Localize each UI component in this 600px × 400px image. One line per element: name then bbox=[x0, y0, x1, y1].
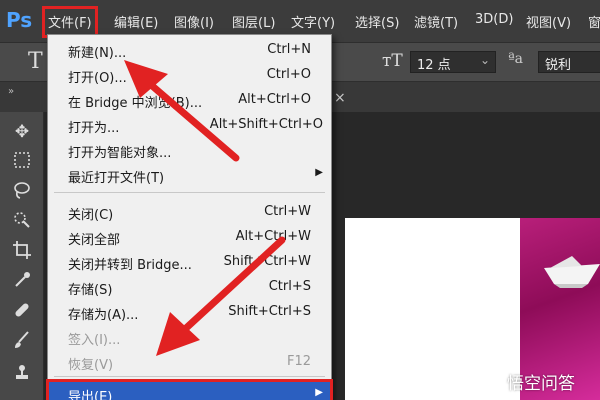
menu-select[interactable]: 选择(S) bbox=[355, 12, 399, 32]
menu-item-shortcut: Ctrl+S bbox=[268, 279, 311, 294]
move-icon[interactable]: ✥ bbox=[10, 120, 34, 144]
menu-item-shortcut: F12 bbox=[286, 354, 311, 369]
photoshop-logo: Ps bbox=[6, 8, 33, 32]
font-size-select[interactable]: 12 点 ⌄ bbox=[410, 51, 496, 73]
menu-item-label: 打开为... bbox=[68, 121, 120, 136]
menu-item-label: 打开(O)... bbox=[68, 71, 127, 86]
menu-item-open-as[interactable]: 打开为... Alt+Shift+Ctrl+O bbox=[48, 114, 331, 136]
menu-item-export[interactable]: 导出(E) ▶ bbox=[46, 379, 333, 400]
menu-item-label: 签入(I)... bbox=[68, 333, 121, 348]
lasso-icon[interactable] bbox=[10, 180, 34, 204]
menu-item-open-as-smart-object[interactable]: 打开为智能对象... bbox=[48, 139, 331, 161]
menu-item-close[interactable]: 关闭(C) Ctrl+W bbox=[48, 201, 331, 223]
antialias-icon: ªa bbox=[508, 51, 523, 67]
menu-item-save[interactable]: 存储(S) Ctrl+S bbox=[48, 276, 331, 298]
menu-item-label: 存储(S) bbox=[68, 283, 113, 298]
tools-panel: ✥ bbox=[0, 112, 44, 400]
menu-item-revert: 恢复(V) F12 bbox=[48, 351, 331, 373]
menu-item-shortcut: Shift+Ctrl+W bbox=[223, 254, 311, 269]
menu-file[interactable]: 文件(F) bbox=[42, 6, 98, 38]
menu-item-shortcut: Ctrl+W bbox=[264, 204, 311, 219]
submenu-arrow-icon: ▶ bbox=[315, 167, 323, 178]
eyedropper-icon[interactable] bbox=[10, 270, 34, 294]
menu-item-open[interactable]: 打开(O)... Ctrl+O bbox=[48, 64, 331, 86]
menu-item-shortcut: Alt+Ctrl+W bbox=[235, 229, 311, 244]
font-size-icon: ᴛT bbox=[382, 51, 403, 71]
menu-item-label: 关闭(C) bbox=[68, 208, 114, 223]
menu-item-shortcut: Alt+Ctrl+O bbox=[238, 92, 311, 107]
close-icon[interactable]: × bbox=[334, 90, 346, 106]
menu-item-close-all[interactable]: 关闭全部 Alt+Ctrl+W bbox=[48, 226, 331, 248]
menu-item-check-in: 签入(I)... bbox=[48, 326, 331, 348]
menu-item-label: 导出(E) bbox=[68, 390, 113, 400]
menu-item-label: 关闭并转到 Bridge... bbox=[68, 258, 192, 273]
menu-item-new[interactable]: 新建(N)... Ctrl+N bbox=[48, 39, 331, 61]
font-size-value: 12 点 bbox=[417, 58, 451, 73]
menu-edit[interactable]: 编辑(E) bbox=[114, 12, 158, 32]
type-tool-icon[interactable]: T bbox=[28, 49, 43, 74]
menu-item-label: 在 Bridge 中浏览(B)... bbox=[68, 96, 203, 111]
menu-3d[interactable]: 3D(D) bbox=[475, 12, 513, 32]
healing-brush-icon[interactable] bbox=[10, 300, 34, 324]
watermark: 悟空问答 bbox=[480, 368, 575, 394]
file-menu-dropdown: 新建(N)... Ctrl+N 打开(O)... Ctrl+O 在 Bridge… bbox=[46, 34, 333, 400]
menu-item-close-and-go-to-bridge[interactable]: 关闭并转到 Bridge... Shift+Ctrl+W bbox=[48, 251, 331, 273]
paper-boat-image bbox=[544, 256, 600, 288]
crop-icon[interactable] bbox=[10, 240, 34, 264]
menu-separator bbox=[54, 192, 325, 193]
menu-separator bbox=[54, 376, 325, 377]
menu-item-label: 关闭全部 bbox=[68, 233, 121, 248]
menu-item-shortcut: Ctrl+O bbox=[266, 67, 311, 82]
menu-item-label: 恢复(V) bbox=[68, 358, 114, 373]
menu-layer[interactable]: 图层(L) bbox=[232, 12, 275, 32]
marquee-icon[interactable] bbox=[10, 150, 34, 174]
menu-item-browse-in-bridge[interactable]: 在 Bridge 中浏览(B)... Alt+Ctrl+O bbox=[48, 89, 331, 111]
antialias-select[interactable]: 锐利 bbox=[538, 51, 600, 73]
menu-item-label: 打开为智能对象... bbox=[68, 146, 172, 161]
menu-item-shortcut: Shift+Ctrl+S bbox=[228, 304, 311, 319]
menu-window[interactable]: 窗 bbox=[588, 12, 600, 32]
menu-item-recent-files[interactable]: 最近打开文件(T) ▶ bbox=[48, 164, 331, 186]
antialias-value: 锐利 bbox=[545, 58, 572, 73]
menu-image[interactable]: 图像(I) bbox=[174, 12, 214, 32]
chevron-down-icon: ⌄ bbox=[479, 53, 490, 67]
menu-item-label: 新建(N)... bbox=[68, 46, 127, 61]
watermark-text: 悟空问答 bbox=[507, 373, 575, 394]
menu-view[interactable]: 视图(V) bbox=[526, 12, 571, 32]
submenu-arrow-icon: ▶ bbox=[315, 387, 323, 398]
watermark-logo-icon bbox=[481, 373, 502, 389]
menu-item-shortcut: Ctrl+N bbox=[267, 42, 311, 57]
menu-filter[interactable]: 滤镜(T) bbox=[414, 12, 458, 32]
panel-collapse-icon[interactable]: » bbox=[8, 86, 14, 97]
menu-item-label: 最近打开文件(T) bbox=[68, 171, 165, 186]
quick-select-icon[interactable] bbox=[10, 210, 34, 234]
brush-icon[interactable] bbox=[10, 330, 34, 354]
menu-item-save-as[interactable]: 存储为(A)... Shift+Ctrl+S bbox=[48, 301, 331, 323]
menu-type[interactable]: 文字(Y) bbox=[291, 12, 335, 32]
stamp-icon[interactable] bbox=[10, 362, 34, 386]
menu-item-shortcut: Alt+Shift+Ctrl+O bbox=[209, 117, 323, 132]
menu-item-label: 存储为(A)... bbox=[68, 308, 139, 323]
